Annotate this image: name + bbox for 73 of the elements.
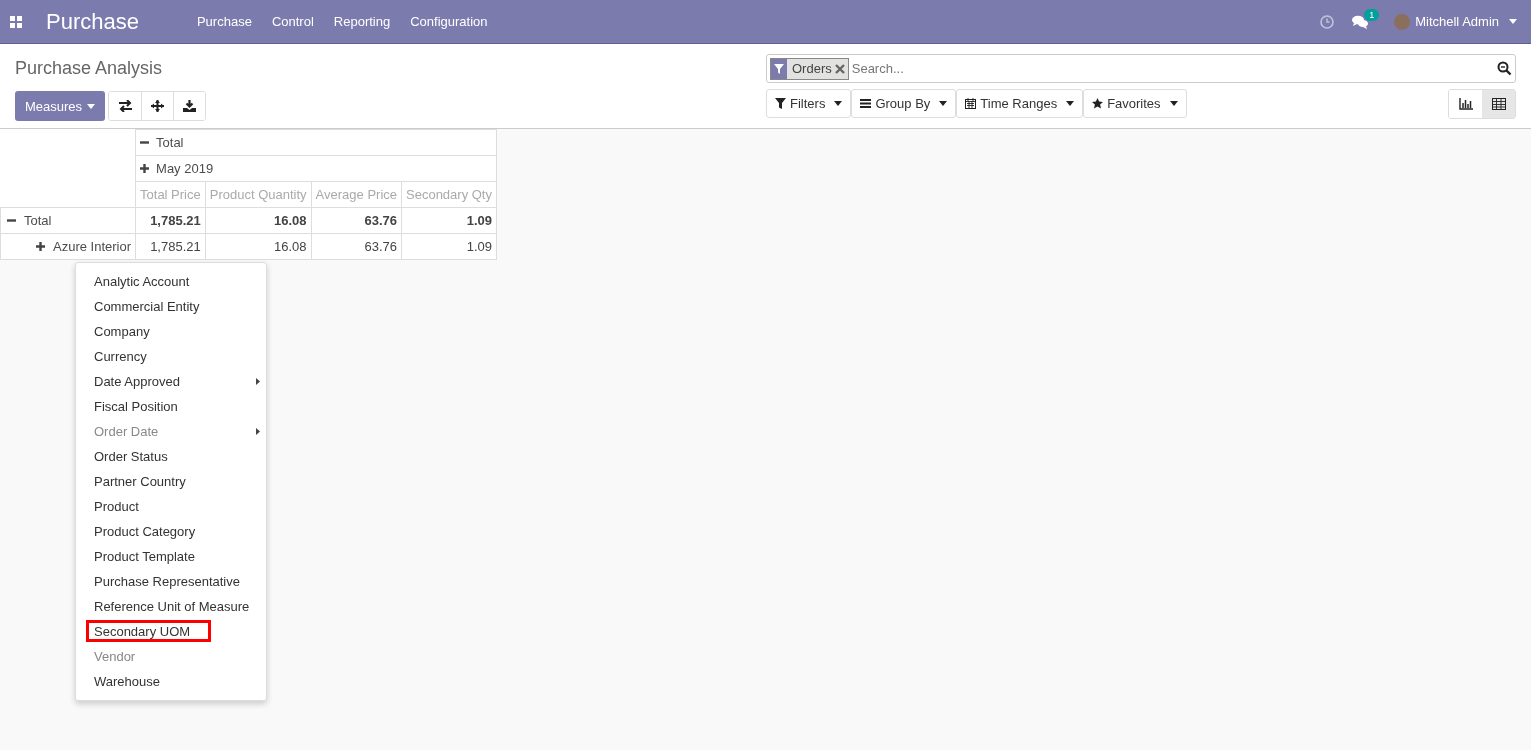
dropdown-item[interactable]: Reference Unit of Measure [76, 594, 266, 619]
dropdown-item[interactable]: Purchase Representative [76, 569, 266, 594]
dropdown-item[interactable]: Order Status [76, 444, 266, 469]
filter-icon [774, 63, 784, 74]
list-icon [860, 98, 872, 109]
filter-button[interactable]: Filters [766, 89, 852, 118]
notification-badge: 1 [1364, 8, 1380, 21]
star-icon [1092, 98, 1104, 109]
dropdown-item[interactable]: Date Approved [76, 369, 266, 394]
table-cell: 63.76 [311, 207, 402, 234]
caret-icon [87, 103, 96, 109]
row-header[interactable]: Total [0, 207, 136, 234]
table-cell: 1.09 [401, 207, 497, 234]
groupby-button[interactable]: Group By [851, 89, 957, 118]
avatar [1394, 13, 1411, 30]
collapse-icon [7, 216, 16, 225]
measures-button[interactable]: Measures [15, 91, 106, 121]
column-header[interactable]: May 2019 [135, 155, 497, 182]
page-title: Purchase Analysis [15, 58, 164, 80]
dropdown-item[interactable]: Company [76, 319, 266, 344]
collapse-icon [140, 138, 150, 147]
user-name: Mitchell Admin [1415, 14, 1499, 29]
favorite-button[interactable]: Favorites [1083, 89, 1187, 118]
bar-chart-icon [1458, 98, 1473, 110]
dropdown-item[interactable]: Secondary UOM [76, 619, 266, 644]
caret-icon [834, 101, 843, 106]
expand-icon [140, 164, 150, 173]
submenu-arrow-icon [256, 428, 260, 435]
apps-grid-icon[interactable] [10, 15, 22, 28]
search-icon[interactable] [1497, 61, 1512, 76]
expand-all-icon [151, 100, 165, 112]
dropdown-item[interactable]: Warehouse [76, 669, 266, 694]
table-cell: 1.09 [401, 233, 497, 260]
flip-axis-icon [118, 100, 132, 112]
column-header[interactable]: Total [135, 129, 497, 156]
filter-facet[interactable]: Orders [770, 57, 849, 80]
menu-item[interactable]: Purchase [186, 14, 262, 29]
dropdown-item[interactable]: Analytic Account [76, 269, 266, 294]
submenu-arrow-icon [256, 378, 260, 385]
calendar-icon [965, 98, 977, 109]
filter-icon [775, 98, 786, 109]
chat-icon[interactable] [1352, 14, 1369, 29]
pivot-view-button[interactable] [1482, 90, 1515, 118]
menu-item[interactable]: Reporting [323, 14, 401, 29]
dropdown-item[interactable]: Product Template [76, 544, 266, 569]
remove-icon[interactable] [834, 63, 845, 74]
dropdown-item[interactable]: Partner Country [76, 469, 266, 494]
search-field[interactable]: Orders Search... [766, 54, 1516, 83]
table-icon [1491, 98, 1506, 110]
timerange-button[interactable]: Time Ranges [956, 89, 1084, 118]
dropdown-item[interactable]: Currency [76, 344, 266, 369]
user-menu[interactable]: Mitchell Admin [1394, 13, 1517, 30]
menu-item[interactable]: Configuration [400, 14, 498, 29]
row-header[interactable]: Azure Interior [0, 233, 136, 260]
facet-label: Orders [791, 59, 833, 78]
table-cell: 63.76 [311, 233, 402, 260]
table-cell: 16.08 [205, 207, 312, 234]
download-button[interactable] [173, 92, 206, 120]
caret-icon [1169, 101, 1178, 106]
table-cell: 1,785.21 [135, 207, 206, 234]
dropdown-item[interactable]: Product Category [76, 519, 266, 544]
caret-icon [939, 101, 948, 106]
dropdown-item[interactable]: Commercial Entity [76, 294, 266, 319]
table-cell: 1,785.21 [135, 233, 206, 260]
caret-icon [1066, 101, 1075, 106]
caret-icon [1509, 19, 1517, 24]
dropdown-item[interactable]: Fiscal Position [76, 394, 266, 419]
table-cell: 16.08 [205, 233, 312, 260]
download-icon [183, 100, 197, 112]
dropdown-item[interactable]: Product [76, 494, 266, 519]
menu-item[interactable]: Control [261, 14, 324, 29]
app-title: Purchase [46, 8, 139, 35]
expand-icon [36, 242, 45, 251]
